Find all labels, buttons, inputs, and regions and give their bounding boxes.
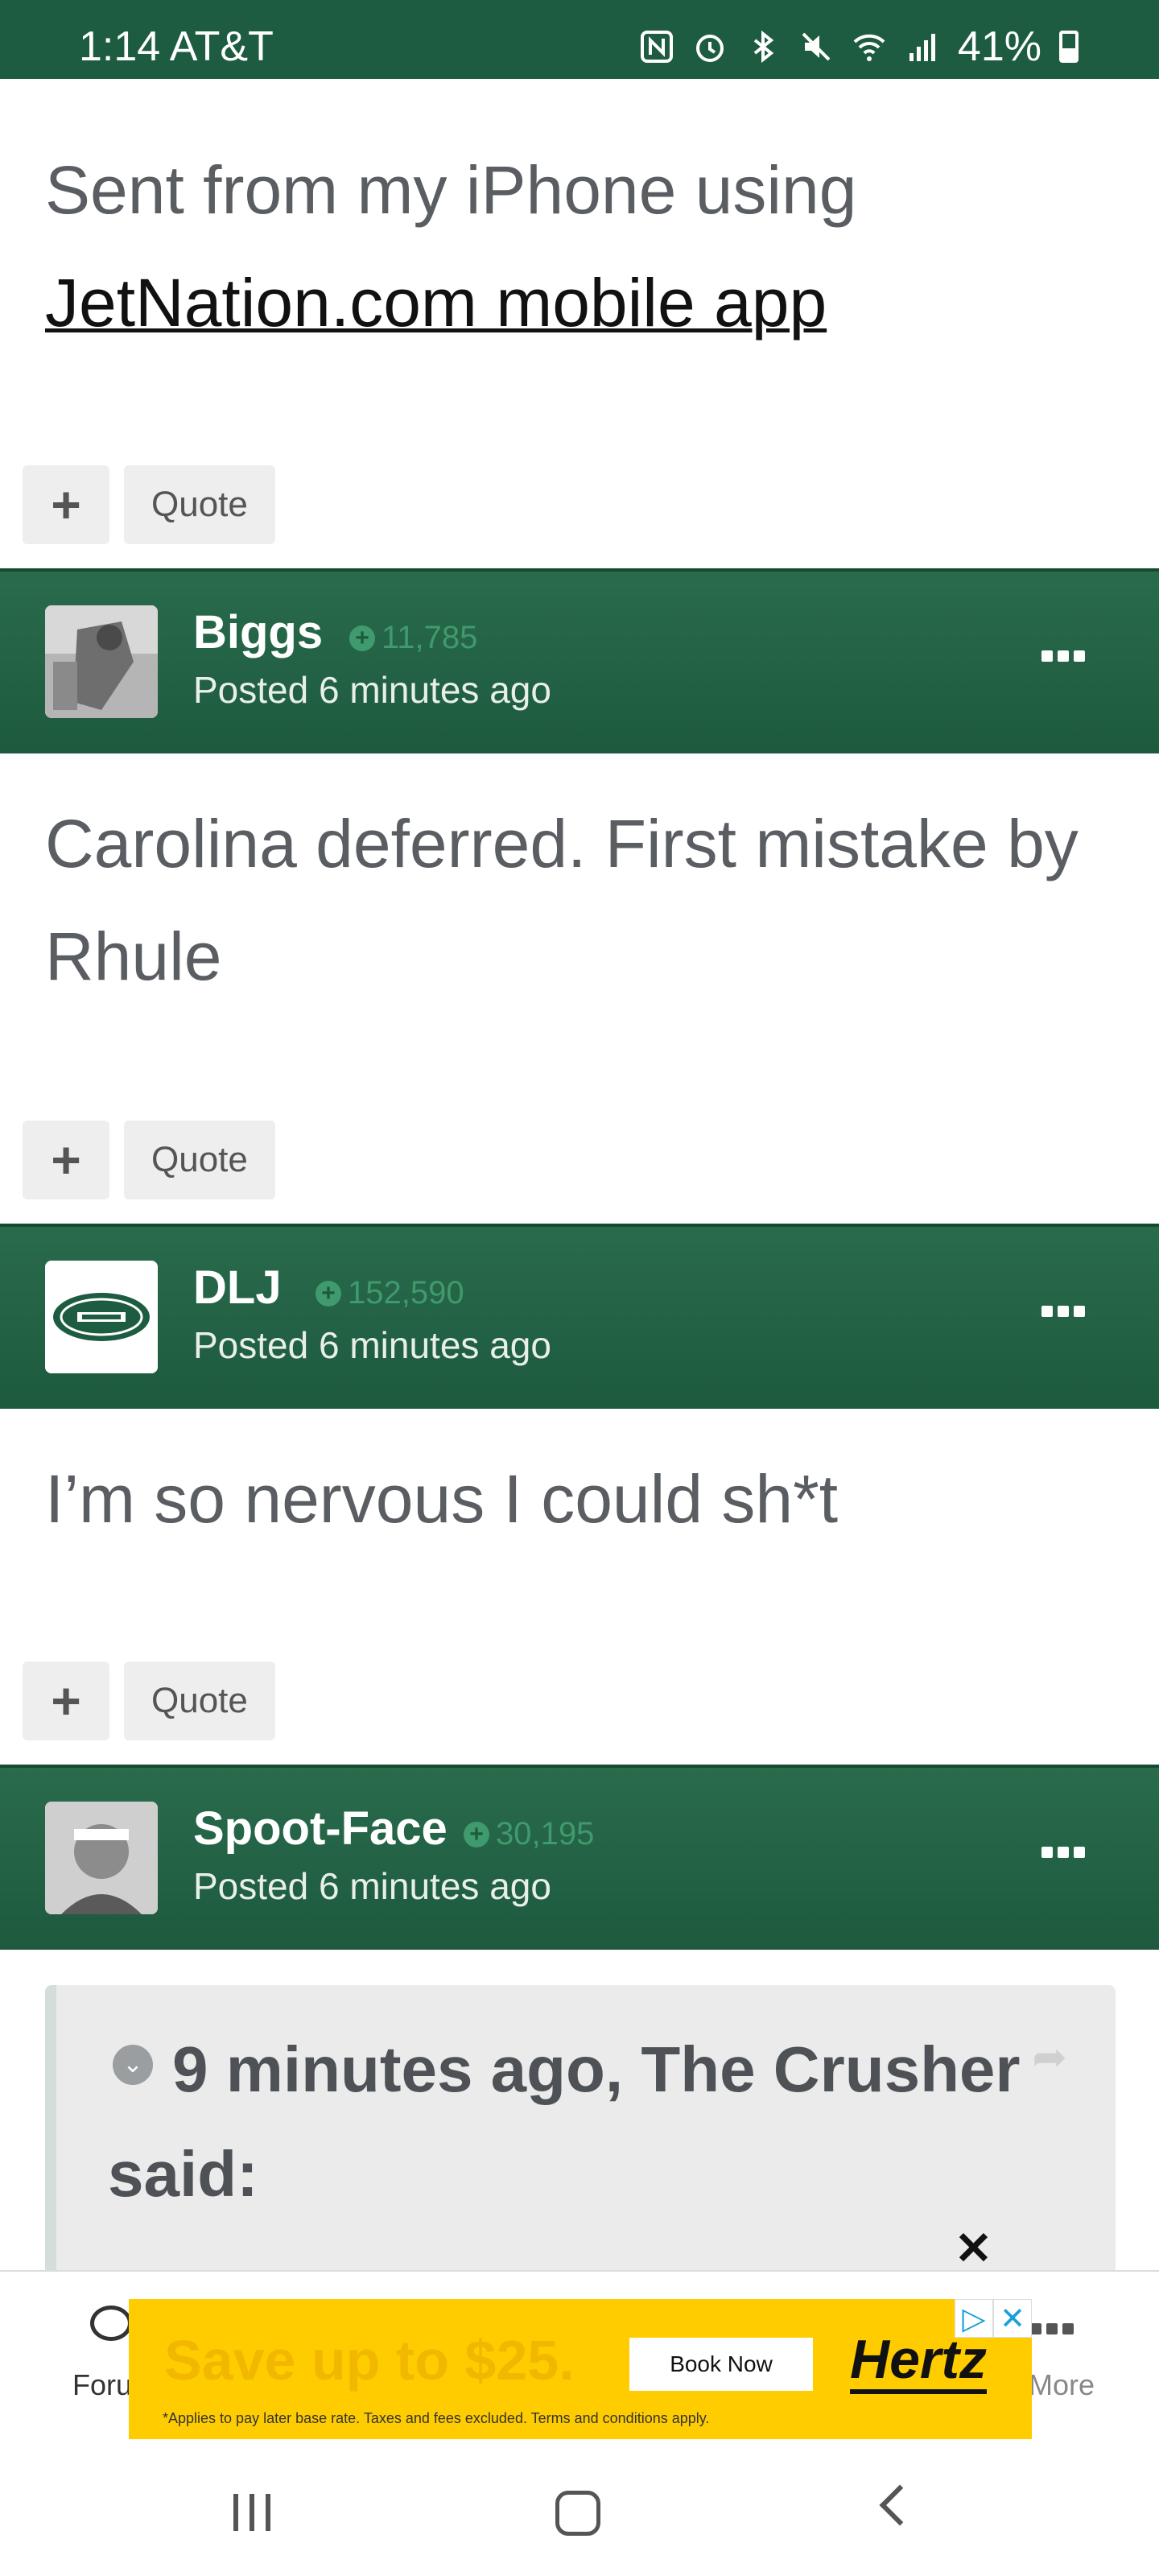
ad-choices-icon[interactable]: ▷	[955, 2299, 993, 2338]
avatar[interactable]	[45, 605, 158, 718]
post-header: DLJ + 152,590 Posted 6 minutes ago	[0, 1224, 1159, 1409]
post-body: I’m so nervous I could sh*t	[45, 1461, 839, 1537]
react-plus-button[interactable]: +	[23, 1121, 109, 1199]
jets-logo-icon	[45, 1261, 158, 1373]
more-options-icon[interactable]	[1041, 1847, 1085, 1858]
clock: 1:14	[79, 23, 161, 70]
more-options-icon[interactable]	[1041, 1306, 1085, 1317]
ad-banner[interactable]: Save up to $25. Book Now Hertz *Applies …	[129, 2299, 1032, 2439]
ad-book-now-button[interactable]: Book Now	[629, 2338, 813, 2391]
author-name[interactable]: Biggs	[193, 605, 323, 659]
signal-icon	[909, 34, 935, 61]
share-arrow-icon[interactable]: ➦	[1032, 2033, 1067, 2082]
reputation-count: 152,590	[348, 1275, 464, 1311]
post-header: Spoot-Face + 30,195 Posted 6 minutes ago	[0, 1765, 1159, 1950]
status-icons: 41%	[639, 23, 1079, 71]
post-body: Carolina deferred. First mistake by Rhul…	[45, 806, 1079, 994]
post-header: Biggs + 11,785 Posted 6 minutes ago	[0, 568, 1159, 753]
reputation-count: 30,195	[496, 1816, 595, 1852]
post-body: Sent from my iPhone using JetNation.com …	[45, 134, 1091, 359]
author-name[interactable]: DLJ	[193, 1261, 282, 1315]
home-icon[interactable]	[555, 2491, 600, 2536]
ad-disclaimer: *Applies to pay later base rate. Taxes a…	[163, 2410, 710, 2426]
quote-button[interactable]: Quote	[124, 465, 275, 544]
system-nav-bar	[0, 2439, 1159, 2576]
mute-icon	[802, 32, 831, 61]
forum-chat-icon[interactable]	[90, 2306, 132, 2341]
recent-apps-icon[interactable]	[233, 2494, 270, 2531]
bluetooth-icon	[753, 30, 774, 64]
reputation-badge: + 152,590	[316, 1275, 464, 1311]
post-actions: + Quote	[23, 1662, 275, 1740]
ad-headline: Save up to $25.	[164, 2329, 575, 2392]
quote-header: 9 minutes ago, The Crusher said:	[108, 2033, 1021, 2210]
more-nav-icon[interactable]	[1030, 2323, 1074, 2334]
plus-circle-icon: +	[349, 625, 375, 651]
post-timestamp: Posted 6 minutes ago	[193, 1865, 551, 1907]
reputation-badge: + 11,785	[349, 620, 477, 656]
plus-circle-icon: +	[464, 1821, 489, 1847]
reputation-count: 11,785	[382, 620, 478, 655]
status-bar: 1:14 AT&T 41%	[0, 0, 1159, 79]
wifi-icon	[853, 34, 885, 61]
avatar-photo-biggs	[45, 605, 158, 718]
avatar[interactable]	[45, 1802, 158, 1914]
react-plus-button[interactable]: +	[23, 465, 109, 544]
nav-more-label[interactable]: More	[1029, 2368, 1095, 2402]
battery-level: 41%	[957, 23, 1041, 70]
nfc-icon	[640, 31, 673, 63]
back-icon[interactable]	[879, 2484, 921, 2526]
post-text: Sent from my iPhone using	[45, 152, 857, 228]
plus-circle-icon: +	[316, 1280, 341, 1307]
ad-dismiss-icon[interactable]: ✕	[993, 2299, 1032, 2338]
status-time: 1:14 AT&T	[79, 23, 274, 71]
quote-button[interactable]: Quote	[124, 1662, 275, 1740]
post-actions: + Quote	[23, 1121, 275, 1199]
battery-icon	[1059, 31, 1079, 63]
alarm-icon	[695, 35, 724, 62]
post-timestamp: Posted 6 minutes ago	[193, 1324, 551, 1366]
nav-forum-label[interactable]: Foru	[72, 2368, 132, 2402]
mobile-app-link[interactable]: JetNation.com mobile app	[45, 265, 827, 341]
quote-button[interactable]: Quote	[124, 1121, 275, 1199]
reputation-badge: + 30,195	[464, 1816, 594, 1852]
ad-close-button[interactable]: ✕	[955, 2222, 992, 2275]
more-options-icon[interactable]	[1041, 650, 1085, 662]
post-timestamp: Posted 6 minutes ago	[193, 669, 551, 711]
avatar-photo-spoot-face	[45, 1802, 158, 1914]
carrier: AT&T	[169, 23, 274, 70]
react-plus-button[interactable]: +	[23, 1662, 109, 1740]
avatar[interactable]	[45, 1261, 158, 1373]
author-name[interactable]: Spoot-Face	[193, 1802, 448, 1856]
post-actions: + Quote	[23, 465, 275, 544]
ad-choices[interactable]: ▷ ✕	[955, 2299, 1032, 2338]
